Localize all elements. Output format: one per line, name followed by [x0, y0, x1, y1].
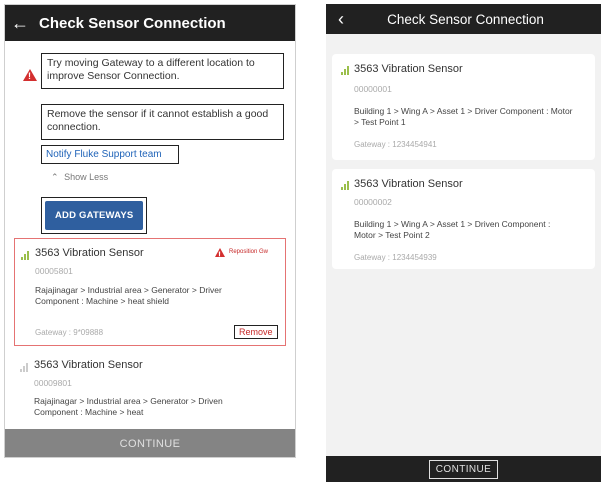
warning-small-icon [215, 248, 225, 260]
app-bar: ← Check Sensor Connection [5, 5, 295, 41]
back-chevron-icon[interactable]: ‹ [326, 9, 356, 30]
add-gateways-wrap: ADD GATEWAYS [41, 197, 148, 234]
message-remove-sensor: Remove the sensor if it cannot establish… [47, 108, 269, 133]
app-bar: ‹ Check Sensor Connection [326, 4, 601, 34]
sensor-name: 3563 Vibration Sensor [34, 359, 143, 371]
right-screen: ‹ Check Sensor Connection 3563 Vibration… [326, 4, 601, 482]
sensor-path: Building 1 > Wing A > Asset 1 > Driver C… [354, 106, 573, 127]
page-title: Check Sensor Connection [39, 14, 226, 32]
sensor-name: 3563 Vibration Sensor [354, 63, 463, 75]
warning-icon [23, 69, 37, 81]
sensor-id: 00000001 [354, 84, 392, 94]
signal-icon [20, 363, 29, 372]
page-title: Check Sensor Connection [387, 11, 544, 27]
left-screen: ← Check Sensor Connection Try moving Gat… [4, 4, 296, 458]
sensor-path: Rajajinagar > Industrial area > Generato… [34, 396, 223, 417]
back-arrow-icon[interactable]: ← [5, 13, 35, 34]
sensor-id: 00000002 [354, 197, 392, 207]
sensor-card[interactable]: 3563 Vibration Sensor 00000002 Building … [332, 169, 595, 269]
sensor-card[interactable]: 3563 Vibration Sensor 00009801 Rajajinag… [14, 353, 286, 433]
chevron-up-icon: ⌃ [51, 172, 59, 182]
signal-icon [341, 66, 350, 75]
signal-icon [21, 251, 30, 260]
continue-bar: CONTINUE [326, 456, 601, 482]
gateway-label: Gateway : 1234454939 [354, 253, 437, 262]
continue-button[interactable]: CONTINUE [428, 459, 499, 479]
notify-support-label: Notify Fluke Support team [46, 149, 162, 160]
remove-button[interactable]: Remove [234, 325, 278, 339]
sensor-card[interactable]: 3563 Vibration Sensor Reposition Gw 0000… [14, 238, 286, 346]
message-box-move-gateway: Try moving Gateway to a different locati… [41, 53, 284, 89]
notify-support-link[interactable]: Notify Fluke Support team [41, 145, 179, 164]
gateway-label: Gateway : 1234454941 [354, 140, 437, 149]
show-less-label: Show Less [64, 172, 109, 182]
gateway-label: Gateway : 9*09888 [35, 328, 104, 337]
sensor-id: 00005801 [35, 266, 73, 276]
continue-button[interactable]: CONTINUE [5, 429, 295, 457]
sensor-name: 3563 Vibration Sensor [354, 178, 463, 190]
warning-tag: Reposition Gw [229, 249, 269, 255]
message-box-remove-sensor: Remove the sensor if it cannot establish… [41, 104, 284, 140]
sensor-card[interactable]: 3563 Vibration Sensor 00000001 Building … [332, 54, 595, 160]
show-less-toggle[interactable]: ⌃ Show Less [51, 172, 108, 183]
signal-icon [341, 181, 350, 190]
sensor-name: 3563 Vibration Sensor [35, 247, 144, 259]
sensor-id: 00009801 [34, 378, 72, 388]
sensor-path: Rajajinagar > Industrial area > Generato… [35, 285, 222, 306]
sensor-path: Building 1 > Wing A > Asset 1 > Driven C… [354, 219, 551, 240]
add-gateways-button[interactable]: ADD GATEWAYS [45, 201, 144, 230]
message-move-gateway: Try moving Gateway to a different locati… [47, 57, 255, 82]
